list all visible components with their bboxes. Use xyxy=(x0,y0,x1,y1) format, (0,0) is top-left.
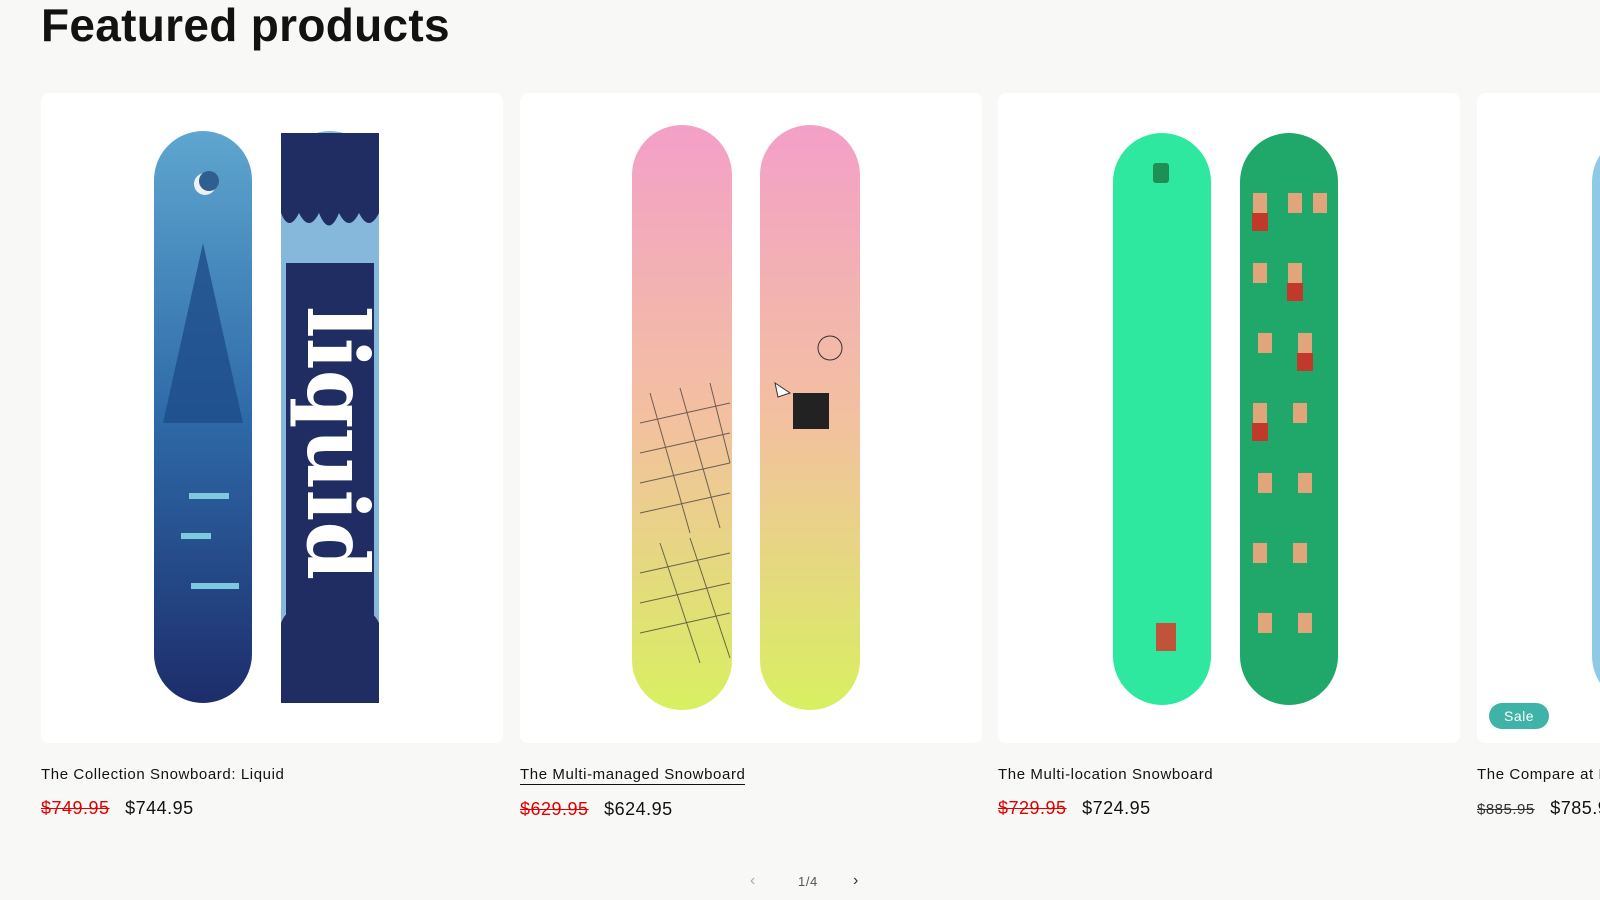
snowboard-compare-image xyxy=(1592,155,1600,683)
product-image[interactable] xyxy=(520,93,982,743)
product-image[interactable] xyxy=(998,93,1460,743)
price-row: $749.95 $744.95 xyxy=(41,798,503,819)
snowboard-liquid-image: liquid xyxy=(154,131,387,703)
sale-badge: Sale xyxy=(1489,703,1550,729)
price-row: $885.95 $785.95 xyxy=(1477,798,1600,819)
product-card[interactable]: The Multi-managed Snowboard $629.95 $624… xyxy=(520,93,982,820)
product-slider[interactable]: liquid The Collection Snowboard: Liquid … xyxy=(0,93,1600,823)
chevron-left-icon[interactable]: ‹ xyxy=(750,872,755,890)
snowboard-multi-location-image xyxy=(1113,133,1338,705)
product-card[interactable]: Sale The Compare at Price Snowboard $885… xyxy=(1477,93,1600,819)
product-card[interactable]: liquid The Collection Snowboard: Liquid … xyxy=(41,93,503,819)
sale-price: $624.95 xyxy=(604,799,673,819)
product-title-link[interactable]: The Compare at Price Snowboard xyxy=(1477,766,1600,783)
section-title: Featured products xyxy=(41,0,450,51)
compare-at-price: $885.95 xyxy=(1477,801,1535,818)
product-title-link[interactable]: The Multi-location Snowboard xyxy=(998,766,1213,783)
chevron-right-icon[interactable]: › xyxy=(853,872,858,890)
slider-pagination: ‹ 1/4 › xyxy=(740,872,880,896)
compare-at-price: $729.95 xyxy=(998,798,1067,818)
slide-counter: 1/4 xyxy=(798,874,818,889)
product-title-link[interactable]: The Collection Snowboard: Liquid xyxy=(41,766,285,783)
price-row: $729.95 $724.95 xyxy=(998,798,1460,819)
product-card[interactable]: The Multi-location Snowboard $729.95 $72… xyxy=(998,93,1460,819)
compare-at-price: $629.95 xyxy=(520,799,589,819)
svg-text:liquid: liquid xyxy=(288,306,387,580)
product-title-link[interactable]: The Multi-managed Snowboard xyxy=(520,766,746,785)
product-image[interactable]: liquid xyxy=(41,93,503,743)
product-image[interactable]: Sale xyxy=(1477,93,1600,743)
compare-at-price: $749.95 xyxy=(41,798,110,818)
price-row: $629.95 $624.95 xyxy=(520,799,982,820)
sale-price: $785.95 xyxy=(1550,798,1600,818)
snowboard-multi-managed-image xyxy=(632,125,860,710)
sale-price: $724.95 xyxy=(1082,798,1151,818)
sale-price: $744.95 xyxy=(125,798,194,818)
